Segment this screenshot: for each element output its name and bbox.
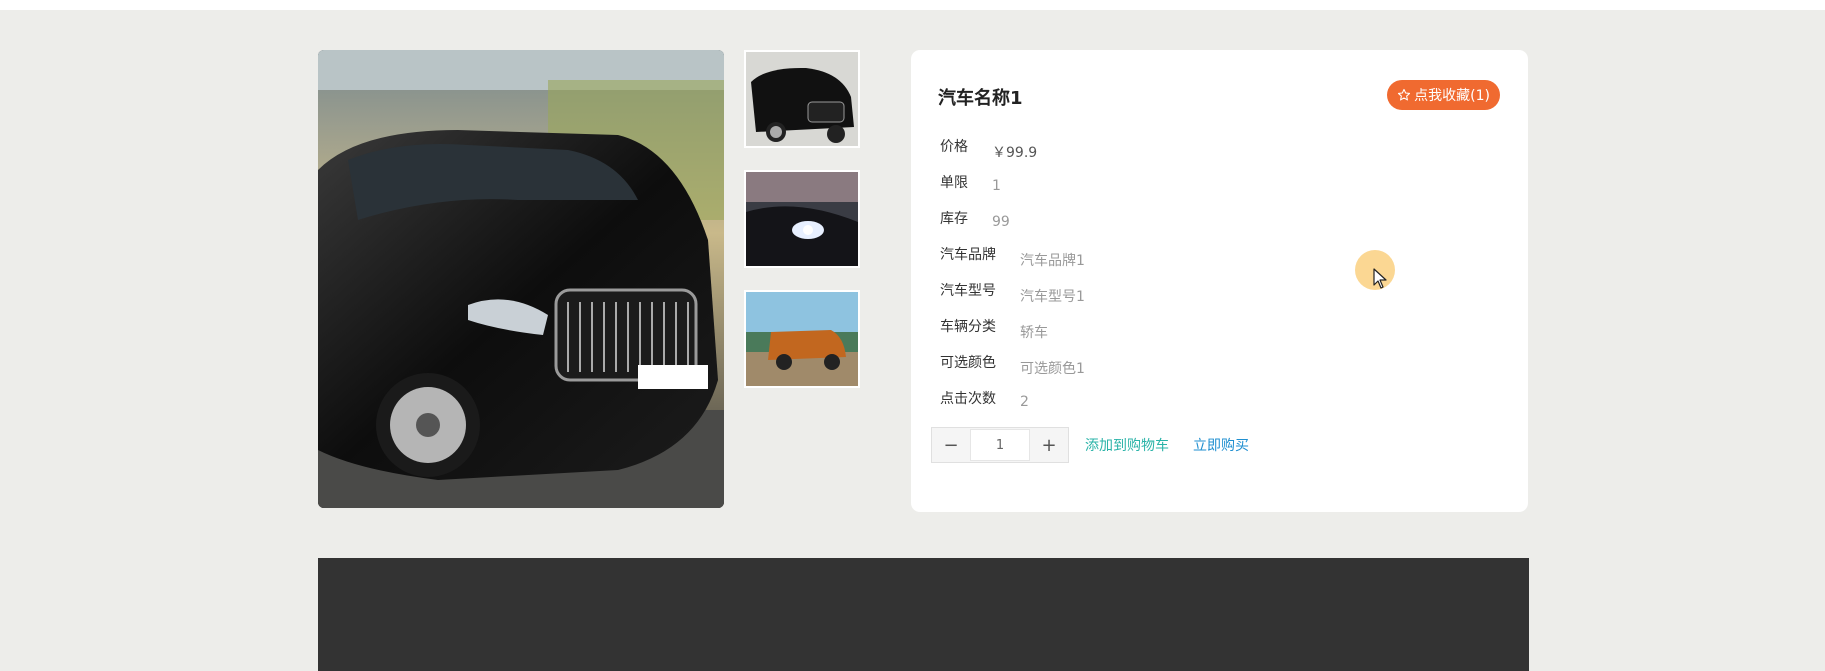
mouse-cursor-icon <box>1373 268 1387 289</box>
decrement-button[interactable]: − <box>932 428 970 462</box>
field-price: 价格 ￥99.9 <box>940 136 1037 162</box>
field-value: 99 <box>992 214 1010 230</box>
thumbnail-orange-suv[interactable] <box>744 290 860 388</box>
top-bar <box>0 0 1825 10</box>
increment-button[interactable]: + <box>1030 428 1068 462</box>
favorite-label: 点我收藏(1) <box>1414 88 1490 104</box>
field-label: 库存 <box>940 211 968 227</box>
price-value: ￥99.9 <box>992 145 1038 161</box>
field-value: 轿车 <box>1020 325 1048 341</box>
field-category: 车辆分类 轿车 <box>940 316 1048 342</box>
field-label: 车辆分类 <box>940 319 996 335</box>
field-label: 汽车品牌 <box>940 247 996 263</box>
purchase-controls: − + 添加到购物车 立即购买 <box>931 427 1249 463</box>
star-icon <box>1398 88 1411 101</box>
field-value: 可选颜色1 <box>1020 361 1085 377</box>
footer <box>318 558 1529 671</box>
buy-now-link[interactable]: 立即购买 <box>1193 435 1249 455</box>
quantity-input[interactable] <box>970 429 1030 461</box>
field-value: 汽车品牌1 <box>1020 253 1085 269</box>
main-product-image <box>318 50 724 508</box>
field-label: 价格 <box>940 139 968 155</box>
add-to-cart-link[interactable]: 添加到购物车 <box>1085 435 1169 455</box>
field-label: 可选颜色 <box>940 355 996 371</box>
field-color: 可选颜色 可选颜色1 <box>940 352 1085 378</box>
thumbnail-headlight[interactable] <box>744 170 860 268</box>
field-label: 点击次数 <box>940 391 996 407</box>
field-clicks: 点击次数 2 <box>940 388 1029 410</box>
field-label: 单限 <box>940 175 968 191</box>
field-brand: 汽车品牌 汽车品牌1 <box>940 244 1085 270</box>
field-value: 2 <box>1020 394 1029 410</box>
quantity-stepper: − + <box>931 427 1069 463</box>
field-stock: 库存 99 <box>940 208 1010 230</box>
field-limit: 单限 1 <box>940 172 1001 194</box>
thumbnail-list <box>744 50 864 410</box>
favorite-button[interactable]: 点我收藏(1) <box>1387 80 1500 110</box>
field-model: 汽车型号 汽车型号1 <box>940 280 1085 306</box>
product-title: 汽车名称1 <box>938 88 1023 109</box>
product-info-panel: 汽车名称1 点我收藏(1) 价格 ￥99.9 单限 1 库存 99 汽车品牌 汽… <box>911 50 1528 512</box>
field-value: 汽车型号1 <box>1020 289 1085 305</box>
thumbnail-black-van[interactable] <box>744 50 860 148</box>
field-value: 1 <box>992 178 1001 194</box>
field-label: 汽车型号 <box>940 283 996 299</box>
